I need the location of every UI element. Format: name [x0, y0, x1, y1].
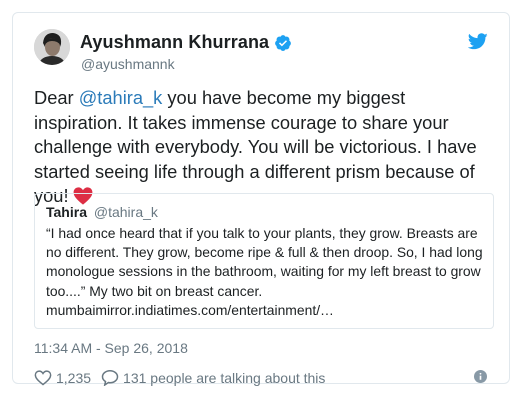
quoted-author-name: Tahira [46, 204, 87, 220]
tweet-timestamp[interactable]: 11:34 AM - Sep 26, 2018 [34, 340, 188, 356]
tweet-card: Ayushmann Khurrana @ayushmannk Dear @tah… [12, 12, 510, 386]
verified-badge-icon [275, 34, 292, 51]
like-count: 1,235 [56, 369, 92, 386]
tweet-text-lead: Dear [34, 87, 79, 108]
quoted-tweet-text: “I had once heard that if you talk to yo… [46, 225, 483, 318]
conversation-count-text: 131 people are talking about this [123, 369, 326, 386]
avatar[interactable] [34, 29, 70, 65]
author-handle[interactable]: @ayushmannk [81, 56, 175, 72]
twitter-bird-icon[interactable] [468, 33, 488, 50]
author-display-name[interactable]: Ayushmann Khurrana [80, 32, 269, 53]
author-name-row[interactable]: Ayushmann Khurrana [80, 32, 292, 53]
quoted-tweet[interactable]: Tahira @tahira_k “I had once heard that … [34, 193, 494, 329]
speech-bubble-icon [101, 369, 119, 386]
heart-outline-icon [34, 369, 52, 385]
like-button[interactable]: 1,235 [34, 370, 91, 386]
tweet-text: Dear @tahira_k you have become my bigges… [34, 86, 494, 209]
quoted-tweet-header: Tahira @tahira_k [46, 203, 483, 221]
mention-link[interactable]: @tahira_k [79, 87, 163, 108]
info-icon[interactable] [474, 370, 487, 383]
conversation-button[interactable]: 131 people are talking about this [101, 369, 325, 386]
tweet-actions: 1,235 131 people are talking about this [34, 369, 335, 386]
quoted-author-handle: @tahira_k [93, 204, 158, 220]
